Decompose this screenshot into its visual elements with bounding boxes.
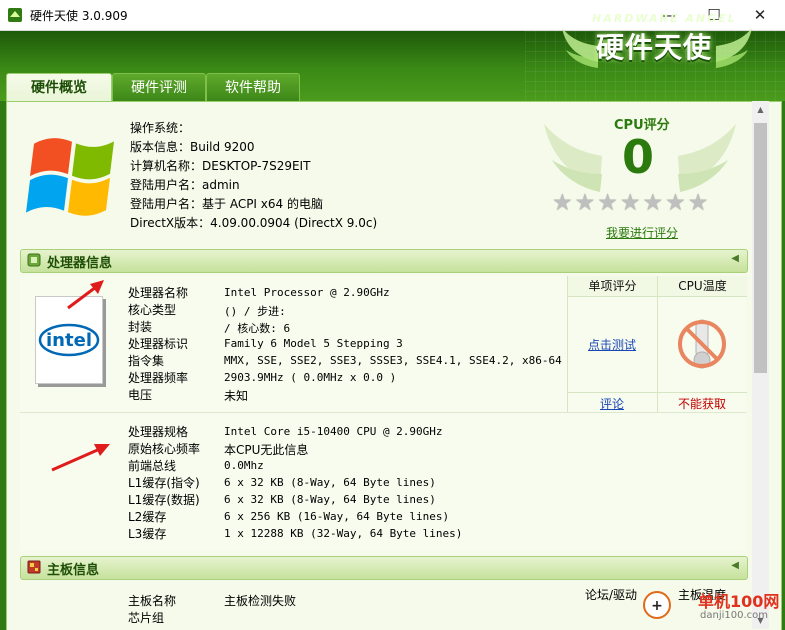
svg-text:intel: intel (46, 330, 92, 351)
voltage-value: 未知 (224, 389, 249, 403)
click-test-link[interactable]: 点击测试 (588, 336, 636, 353)
brand-english: HARDWARE ANGEL (592, 12, 737, 25)
cpu-frequency-label: 处理器频率 (128, 371, 189, 385)
watermark-logo-icon: + (643, 591, 671, 619)
cpu-name-label: 处理器名称 (128, 286, 189, 300)
l1d-cache-label: L1缓存(数据) (128, 493, 200, 507)
cpu-side-table: 单项评分 CPU温度 点击测试 评论 不能获取 (567, 276, 747, 412)
window-title: 硬件天使 3.0.909 (30, 9, 128, 23)
star-icon: ★ (574, 190, 596, 216)
close-icon: ✕ (753, 6, 767, 24)
star-icon: ★ (597, 190, 618, 216)
computer-name: 计算机名称：DESKTOP-7S29EIT (130, 159, 311, 173)
core-type-label: 核心类型 (128, 303, 177, 317)
single-score-header: 单项评分 (568, 276, 657, 297)
star-icon: ★ (552, 190, 573, 216)
l3-cache-label: L3缓存 (128, 527, 167, 541)
tab-label: 硬件评测 (131, 80, 187, 96)
left-wing-icon (562, 28, 598, 68)
star-icon: ★ (687, 190, 709, 216)
section-divider (20, 412, 746, 413)
login-user: 登陆用户名：admin (130, 178, 240, 192)
rate-now-link[interactable]: 我要进行评分 (606, 224, 678, 241)
l1d-cache-value: 6 x 32 KB (8-Way, 64 Byte lines) (224, 493, 436, 506)
motherboard-icon (27, 560, 41, 574)
voltage-label: 电压 (128, 388, 153, 402)
tab-hardware-overview[interactable]: 硬件概览 (6, 73, 112, 103)
l1i-cache-value: 6 x 32 KB (8-Way, 64 Byte lines) (224, 476, 436, 489)
os-build: 版本信息：Build 9200 (130, 140, 255, 154)
svg-text:+: + (651, 598, 663, 614)
temp-unavailable: 不能获取 (678, 397, 727, 411)
red-arrow-icon (67, 280, 104, 310)
score-stars: ★ ★ ★ ★ ★ ★ ★ (552, 190, 708, 216)
tab-software-help[interactable]: 软件帮助 (206, 73, 300, 102)
watermark-text: 单机100网 (698, 592, 780, 611)
processor-section-header[interactable]: 处理器信息 ◀ (20, 249, 748, 273)
cpu-temp-header: CPU温度 (658, 276, 747, 297)
app-icon (8, 8, 22, 22)
side-divider (568, 392, 747, 393)
scroll-up-icon[interactable]: ▲ (752, 101, 769, 118)
fsb-value: 0.0Mhz (224, 459, 264, 472)
cpu-chip-icon (27, 253, 41, 267)
chipset-label: 芯片组 (128, 611, 165, 625)
tab-label: 硬件概览 (31, 80, 87, 96)
l2-cache-value: 6 x 256 KB (16-Way, 64 Byte lines) (224, 510, 450, 523)
package-label: 封装 (128, 320, 153, 334)
collapse-arrow-icon: ◀ (731, 560, 739, 571)
section-title: 处理器信息 (47, 256, 113, 271)
comment-link[interactable]: 评论 (600, 395, 624, 412)
l2-cache-label: L2缓存 (128, 510, 167, 524)
watermark-url: danji100.com (700, 610, 768, 621)
instruction-set-label: 指令集 (128, 354, 165, 368)
section-title: 主板信息 (47, 563, 100, 578)
vertical-scrollbar[interactable]: ▲ ▼ (752, 101, 769, 629)
windows-logo-icon (26, 138, 114, 216)
package-value: / 核心数: 6 (224, 322, 291, 335)
brand-chinese: 硬件天使 (596, 31, 713, 64)
tab-hardware-benchmark[interactable]: 硬件评测 (112, 73, 206, 102)
fsb-label: 前端总线 (128, 459, 177, 473)
collapse-arrow-icon: ◀ (731, 253, 739, 264)
directx-version: DirectX版本：4.09.00.0904 (DirectX 9.0c) (130, 216, 378, 230)
cpu-id-value: Family 6 Model 5 Stepping 3 (224, 337, 403, 350)
thermometer-disabled-icon (678, 319, 726, 369)
star-icon: ★ (619, 190, 641, 216)
core-type-value: () / 步进: (224, 305, 286, 318)
board-name-value: 主板检测失败 (224, 594, 297, 608)
star-icon: ★ (665, 190, 686, 216)
motherboard-section-header[interactable]: 主板信息 ◀ (20, 556, 748, 580)
cpu-frequency-value: 2903.9MHz ( 0.0MHz x 0.0 ) (224, 371, 397, 384)
l1i-cache-label: L1缓存(指令) (128, 476, 200, 490)
cpu-score-value: 0 (622, 130, 655, 184)
right-wing-icon (716, 28, 752, 68)
l3-cache-value: 1 x 12288 KB (32-Way, 64 Byte lines) (224, 527, 463, 540)
machine-type: 登陆用户名：基于 ACPI x64 的电脑 (130, 197, 323, 211)
cpu-id-label: 处理器标识 (128, 337, 189, 351)
os-name: 操作系统： (130, 121, 191, 135)
base-clock-value: 本CPU无此信息 (224, 443, 309, 457)
cpu-spec-label: 处理器规格 (128, 425, 189, 439)
cpu-name-value: Intel Processor @ 2.90GHz (224, 286, 390, 299)
forum-driver-header: 论坛/驱动 (585, 588, 638, 602)
scroll-thumb[interactable] (754, 123, 767, 373)
cpu-spec-value: Intel Core i5-10400 CPU @ 2.90GHz (224, 425, 443, 438)
base-clock-label: 原始核心频率 (128, 442, 201, 456)
board-name-label: 主板名称 (128, 594, 177, 608)
red-arrow-icon (51, 444, 110, 472)
tab-label: 软件帮助 (225, 80, 281, 96)
instruction-set-value: MMX, SSE, SSE2, SSE3, SSSE3, SSE4.1, SSE… (224, 354, 562, 367)
star-icon: ★ (642, 190, 664, 216)
